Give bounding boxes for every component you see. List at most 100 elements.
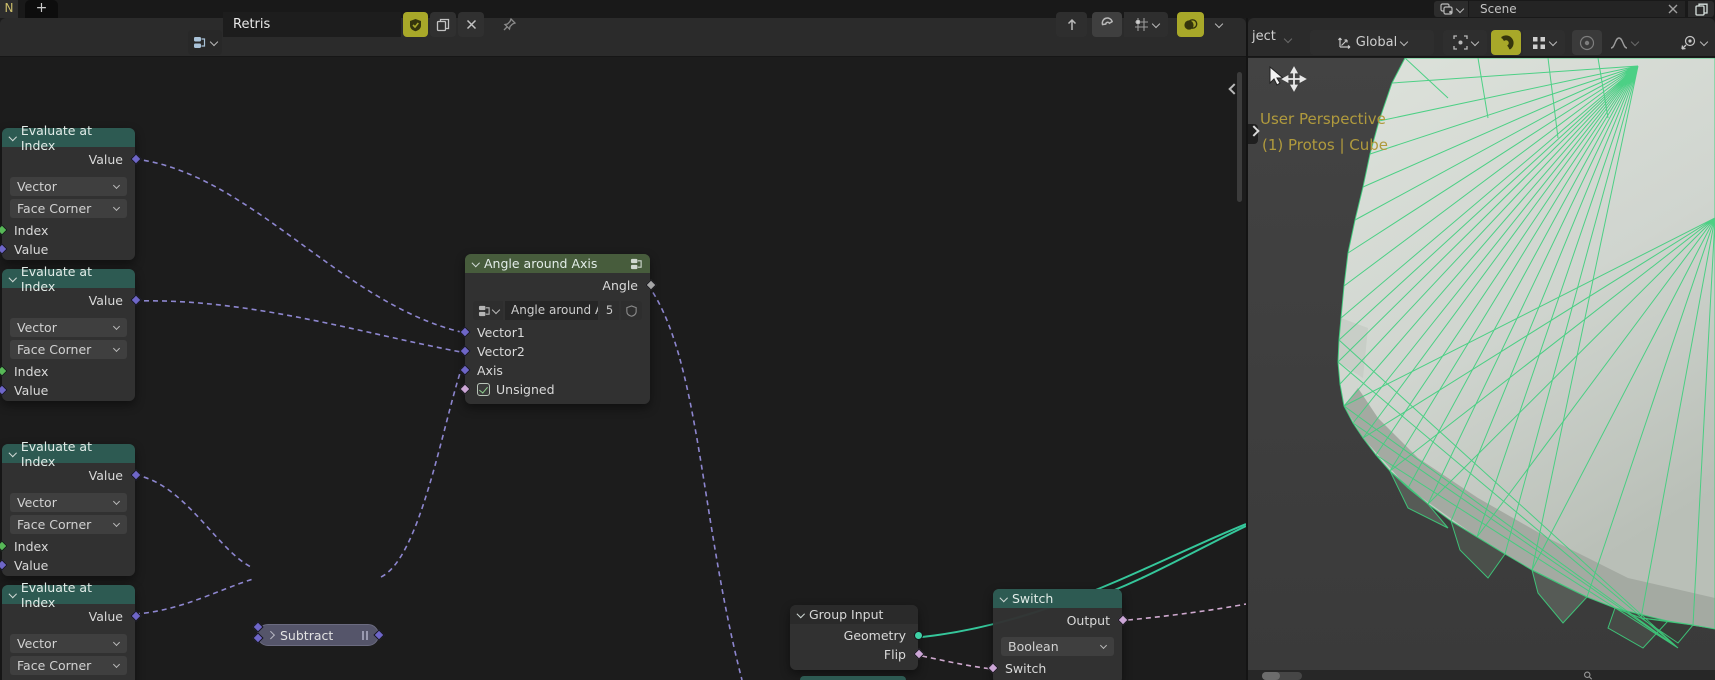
chevron-down-icon xyxy=(1400,39,1407,46)
evaluate-at-index-node-3[interactable]: Evaluate at Index Value Vector Face Corn… xyxy=(0,439,142,576)
node-tree-icon xyxy=(478,305,490,316)
value-input-socket[interactable] xyxy=(0,243,8,255)
chevron-down-icon xyxy=(113,521,120,528)
copy-icon xyxy=(1694,3,1708,16)
partial-node-header[interactable] xyxy=(800,676,906,680)
node-header[interactable]: Evaluate at Index xyxy=(2,439,135,469)
node-header[interactable]: Group Input xyxy=(790,605,918,624)
collapse-chevron-icon[interactable] xyxy=(472,260,479,267)
group-input-node[interactable]: Group Input Geometry Flip xyxy=(790,605,925,670)
unlink-tree-button[interactable] xyxy=(458,12,484,37)
chevron-down-icon xyxy=(113,499,120,506)
snap-toggle[interactable] xyxy=(1491,30,1521,55)
collapse-chevron-icon[interactable] xyxy=(9,134,16,141)
editor-divider[interactable] xyxy=(1246,18,1248,680)
group-fake-user-toggle[interactable] xyxy=(621,301,642,320)
node-header[interactable]: Evaluate at Index xyxy=(2,580,135,610)
node-title: Evaluate at Index xyxy=(20,263,92,294)
output-row: Output xyxy=(993,611,1129,630)
snap-with-dropdown[interactable] xyxy=(1523,30,1565,55)
scene-select-button[interactable] xyxy=(1434,1,1468,17)
scene-icon xyxy=(1439,3,1453,15)
go-to-parent-tree-button[interactable] xyxy=(1056,12,1087,37)
node-tree-select-button[interactable] xyxy=(188,30,222,55)
magnet-icon xyxy=(1501,34,1514,49)
collapse-chevron-icon[interactable] xyxy=(9,591,16,598)
new-scene-button[interactable] xyxy=(1688,1,1714,17)
mode-dropdown-partial[interactable]: ject xyxy=(1252,29,1276,44)
pin-toggle[interactable] xyxy=(498,12,520,37)
index-input-socket[interactable] xyxy=(0,365,8,377)
viewport-3d[interactable]: User Perspective (1) Protos | Cube xyxy=(1248,58,1715,680)
geometry-output-socket[interactable] xyxy=(913,631,923,640)
unsigned-checkbox[interactable] xyxy=(477,383,490,396)
scene-unlink-button[interactable] xyxy=(1662,1,1684,17)
value-input-socket[interactable] xyxy=(0,384,8,396)
evaluate-at-index-node-1[interactable]: Evaluate at Index Value Vector Face Corn… xyxy=(0,123,142,260)
angle-around-axis-node[interactable]: Angle around Axis Angle Angle around 5 V… xyxy=(458,254,657,404)
node-header[interactable]: Evaluate at Index xyxy=(2,123,135,153)
collapse-chevron-icon[interactable] xyxy=(797,611,804,618)
add-workspace-button[interactable]: + xyxy=(25,0,58,18)
domain-dropdown[interactable]: Face Corner xyxy=(10,515,127,534)
collapse-chevron-icon[interactable] xyxy=(1000,595,1007,602)
domain-dropdown[interactable]: Face Corner xyxy=(10,199,127,218)
input-index-row: Index xyxy=(0,221,135,240)
view-perspective-label: User Perspective xyxy=(1260,110,1386,128)
magnifier-icon[interactable] xyxy=(1582,671,1594,680)
footer-toggle[interactable] xyxy=(1262,672,1302,680)
output-label: Value xyxy=(88,152,123,167)
snap-target-dropdown[interactable] xyxy=(1124,12,1168,37)
output-label: Value xyxy=(88,609,123,624)
node-header[interactable]: Switch xyxy=(993,589,1122,608)
proportional-editing-toggle[interactable] xyxy=(1572,30,1602,55)
group-tree-select-button[interactable] xyxy=(473,301,503,320)
node-header[interactable]: Evaluate at Index xyxy=(2,264,135,294)
pivot-icon xyxy=(1452,35,1468,50)
show-gizmo-dropdown[interactable] xyxy=(1672,30,1714,55)
node-tree-name-field[interactable]: Retris xyxy=(223,12,401,37)
node-title: Subtract xyxy=(280,627,334,643)
node-editor-scrollbar[interactable] xyxy=(1237,72,1242,202)
domain-dropdown[interactable]: Face Corner xyxy=(10,656,127,675)
workspace-tab[interactable]: N xyxy=(0,0,18,18)
switch-type-dropdown[interactable]: Boolean xyxy=(1001,637,1114,656)
duplicate-tree-button[interactable] xyxy=(430,12,456,37)
switch-node[interactable]: Switch Output Boolean Switch xyxy=(986,589,1129,680)
collapse-chevron-icon[interactable] xyxy=(9,275,16,282)
overlay-circles-icon xyxy=(1184,18,1198,30)
expand-chevron-icon[interactable] xyxy=(268,632,274,638)
chevron-down-icon xyxy=(1456,6,1463,13)
chevron-down-icon xyxy=(1471,39,1478,46)
node-editor-canvas[interactable]: Evaluate at Index Value Vector Face Corn… xyxy=(0,58,1246,680)
scene-name-field[interactable]: Scene xyxy=(1469,1,1685,17)
overlays-toggle[interactable] xyxy=(1177,12,1204,37)
data-type-dropdown[interactable]: Vector xyxy=(10,177,127,196)
group-name-field[interactable]: Angle around A... xyxy=(505,301,598,320)
evaluate-at-index-node-4[interactable]: Evaluate at Index Value Vector Face Corn… xyxy=(2,580,142,680)
index-input-socket[interactable] xyxy=(0,540,8,552)
chevron-down-icon xyxy=(1284,36,1291,43)
overlays-dropdown[interactable] xyxy=(1206,12,1230,37)
evaluate-at-index-node-2[interactable]: Evaluate at Index Value Vector Face Corn… xyxy=(0,264,142,401)
pivot-point-dropdown[interactable] xyxy=(1443,30,1487,55)
falloff-dropdown[interactable] xyxy=(1602,30,1646,55)
collapse-chevron-icon[interactable] xyxy=(9,450,16,457)
expand-region-arrow[interactable] xyxy=(1248,124,1258,144)
data-type-dropdown[interactable]: Vector xyxy=(10,318,127,337)
index-input-socket[interactable] xyxy=(0,224,8,236)
data-type-dropdown[interactable]: Vector xyxy=(10,493,127,512)
node-header[interactable]: Angle around Axis xyxy=(465,254,650,273)
subtract-node[interactable]: Subtract xyxy=(251,621,385,646)
viewport-header: ject Global xyxy=(1248,18,1715,57)
data-type-dropdown[interactable]: Vector xyxy=(10,634,127,653)
fake-user-toggle[interactable] xyxy=(403,12,428,37)
chevron-down-icon xyxy=(1631,39,1638,46)
snap-toggle[interactable] xyxy=(1092,12,1122,37)
domain-dropdown[interactable]: Face Corner xyxy=(10,340,127,359)
value-input-socket[interactable] xyxy=(0,559,8,571)
group-user-count-button[interactable]: 5 xyxy=(600,301,619,320)
transform-orientation-dropdown[interactable]: Global xyxy=(1310,30,1434,55)
collapse-region-arrow[interactable] xyxy=(1228,82,1236,96)
group-datablock-row: Angle around A... 5 xyxy=(473,301,642,320)
